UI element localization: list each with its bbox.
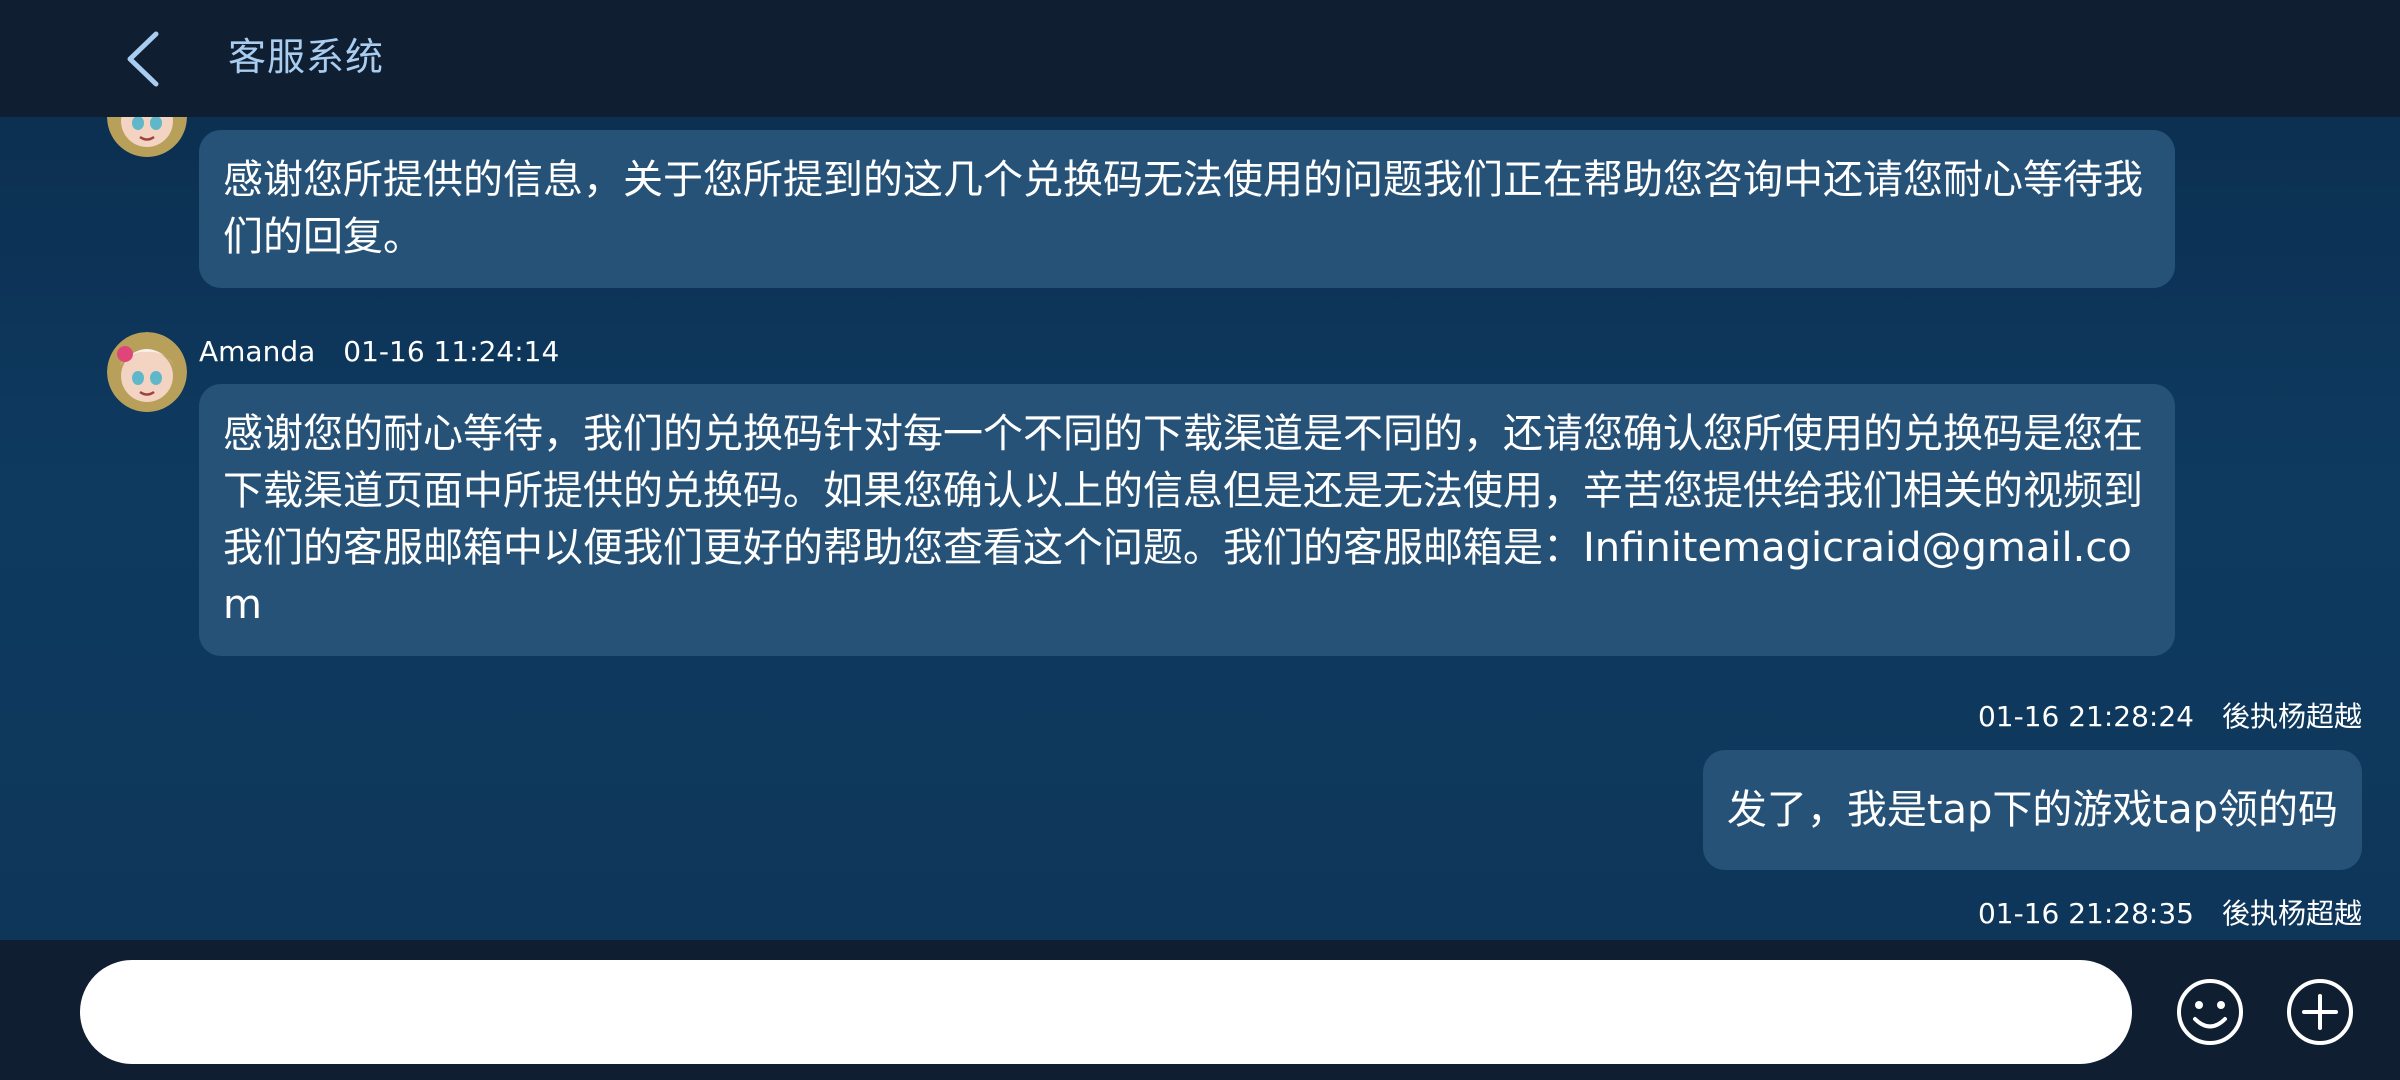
composer-bar xyxy=(0,940,2400,1080)
sender-name: Amanda xyxy=(199,335,316,368)
plus-circle-icon xyxy=(2287,979,2353,1045)
message-meta: 01-16 21:28:35 後执杨超越 xyxy=(1978,896,2362,932)
sender-name: 後执杨超越 xyxy=(2221,700,2362,733)
message-time: 01-16 21:28:24 xyxy=(1977,700,2194,733)
message-meta: 01-16 21:28:24 後执杨超越 xyxy=(1978,699,2362,735)
smiley-icon xyxy=(2177,979,2243,1045)
chat-screen: 客服系统 感谢您所提供的信息，关于您所提到的这几个兑换码无法使用的问题我们正在帮… xyxy=(0,0,2400,1080)
avatar-image xyxy=(107,117,187,157)
message-time: 01-16 21:28:35 xyxy=(1977,897,2194,930)
add-button[interactable] xyxy=(2282,974,2358,1050)
message-bubble[interactable]: 感谢您所提供的信息，关于您所提到的这几个兑换码无法使用的问题我们正在帮助您咨询中… xyxy=(199,130,2175,288)
message-input[interactable] xyxy=(80,960,2132,1064)
message-bubble[interactable]: 感谢您的耐心等待，我们的兑换码针对每一个不同的下载渠道是不同的，还请您确认您所使… xyxy=(199,384,2175,656)
message-time: 01-16 11:24:14 xyxy=(343,335,560,368)
agent-avatar[interactable] xyxy=(107,332,187,412)
chevron-left-icon xyxy=(127,31,159,87)
message-list[interactable]: 感谢您所提供的信息，关于您所提到的这几个兑换码无法使用的问题我们正在帮助您咨询中… xyxy=(0,117,2400,940)
emoji-button[interactable] xyxy=(2172,974,2248,1050)
page-title: 客服系统 xyxy=(228,35,385,79)
top-bar: 客服系统 xyxy=(0,0,2400,117)
agent-avatar[interactable] xyxy=(107,117,187,157)
message-bubble[interactable]: 发了，我是tap下的游戏tap领的码 xyxy=(1702,750,2362,870)
avatar-image xyxy=(107,332,187,412)
message-meta: Amanda 01-16 11:24:14 xyxy=(199,334,559,370)
back-button[interactable] xyxy=(118,28,174,90)
sender-name: 後执杨超越 xyxy=(2221,897,2362,930)
